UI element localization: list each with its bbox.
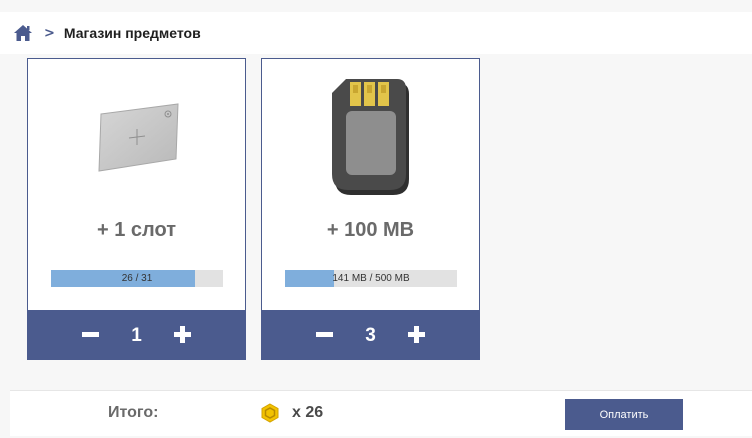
item-title: + 100 MB	[326, 219, 415, 241]
quantity-stepper: 3	[262, 310, 479, 359]
plus-icon	[174, 326, 191, 343]
sim-card-icon	[332, 79, 409, 195]
item-card-data: + 100 MB 141 MB / 500 MB 3	[261, 58, 480, 360]
card-slot-icon	[98, 103, 179, 172]
item-card-slot: + 1 слот 26 / 31 1	[27, 58, 246, 360]
minus-icon	[82, 332, 99, 337]
increase-button[interactable]	[165, 317, 201, 353]
hex-coin-icon	[260, 403, 280, 423]
item-image	[262, 59, 479, 209]
breadcrumb: > Магазин предметов	[13, 22, 201, 44]
checkout-footer: Итого: x 26 Оплатить	[10, 390, 752, 436]
page: > Магазин предметов + 1 слот 26 / 31 1 +…	[0, 0, 752, 438]
item-title: + 1 слот	[97, 219, 176, 241]
total-amount: x 26	[292, 404, 324, 421]
item-image	[28, 59, 245, 209]
decrease-button[interactable]	[307, 317, 343, 353]
item-progress: 141 MB / 500 MB	[285, 270, 457, 287]
quantity-value: 3	[365, 325, 376, 346]
pay-button[interactable]: Оплатить	[565, 399, 683, 430]
increase-button[interactable]	[399, 317, 435, 353]
breadcrumb-separator: >	[44, 25, 55, 41]
quantity-stepper: 1	[28, 310, 245, 359]
progress-text: 141 MB / 500 MB	[332, 273, 410, 284]
decrease-button[interactable]	[73, 317, 109, 353]
home-icon[interactable]	[13, 23, 33, 43]
plus-icon	[408, 326, 425, 343]
minus-icon	[316, 332, 333, 337]
item-progress: 26 / 31	[51, 270, 223, 287]
quantity-value: 1	[131, 325, 142, 346]
page-title: Магазин предметов	[63, 25, 201, 41]
total-label: Итого:	[108, 404, 159, 421]
progress-text: 26 / 31	[121, 273, 153, 284]
